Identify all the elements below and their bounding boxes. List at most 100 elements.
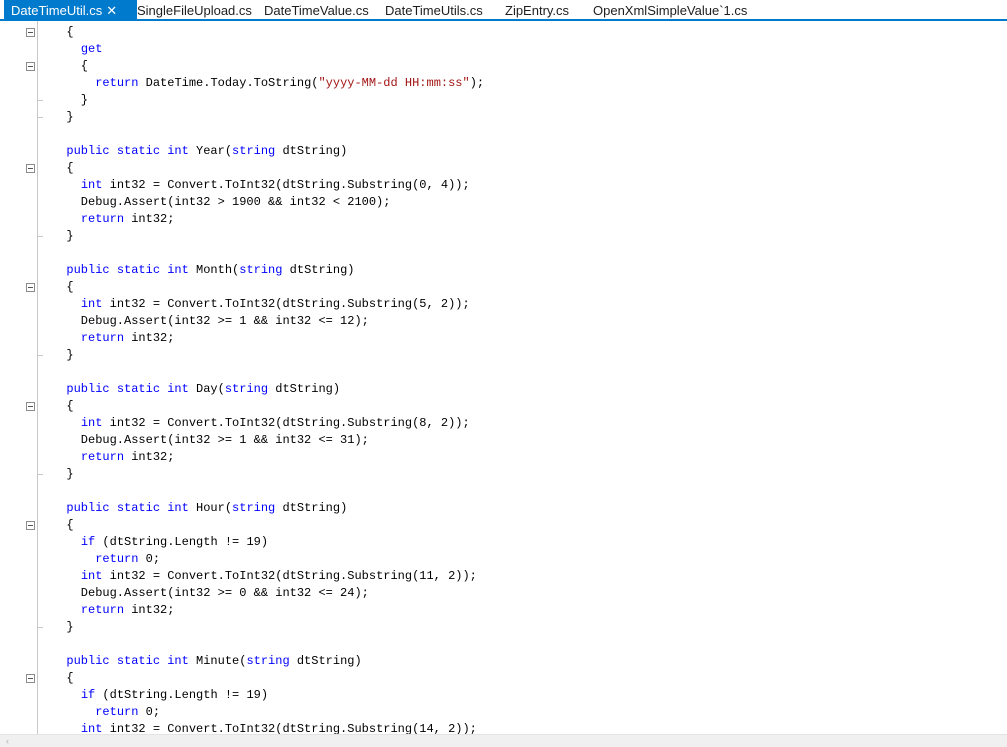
- code-line[interactable]: Debug.Assert(int32 >= 1 && int32 <= 31);: [0, 432, 1007, 449]
- code-line[interactable]: {: [0, 398, 1007, 415]
- keyword-token: string: [239, 263, 283, 277]
- collapse-region-icon[interactable]: [26, 402, 35, 411]
- keyword-token: string: [224, 382, 269, 396]
- code-text: Debug.Assert(int32 >= 0 && int32 <= 24);: [52, 585, 369, 602]
- code-token: DateTime.Today.ToString(: [138, 76, 319, 90]
- collapse-region-icon[interactable]: [26, 164, 35, 173]
- tab-zipentry[interactable]: ZipEntry.cs: [505, 0, 593, 21]
- code-line[interactable]: get: [0, 41, 1007, 58]
- code-line[interactable]: return 0;: [0, 704, 1007, 721]
- code-line[interactable]: Debug.Assert(int32 >= 1 && int32 <= 12);: [0, 313, 1007, 330]
- code-line[interactable]: }: [0, 347, 1007, 364]
- collapse-region-icon[interactable]: [26, 283, 35, 292]
- code-line[interactable]: }: [0, 109, 1007, 126]
- keyword-token: string: [246, 654, 290, 668]
- keyword-token: return: [80, 450, 125, 464]
- code-text: {: [52, 398, 73, 415]
- code-line[interactable]: Debug.Assert(int32 >= 0 && int32 <= 24);: [0, 585, 1007, 602]
- code-line[interactable]: public static int Day(string dtString): [0, 381, 1007, 398]
- code-token: {: [52, 280, 74, 294]
- code-line[interactable]: public static int Minute(string dtString…: [0, 653, 1007, 670]
- tab-openxmlsimplevalue[interactable]: OpenXmlSimpleValue`1.cs: [593, 0, 747, 21]
- code-line[interactable]: {: [0, 279, 1007, 296]
- code-line[interactable]: }: [0, 92, 1007, 109]
- collapse-region-icon[interactable]: [26, 521, 35, 530]
- scroll-thumb[interactable]: [20, 737, 1000, 745]
- code-line[interactable]: int int32 = Convert.ToInt32(dtString.Sub…: [0, 568, 1007, 585]
- code-line[interactable]: Debug.Assert(int32 > 1900 && int32 < 210…: [0, 194, 1007, 211]
- tab-singlefileupload[interactable]: SingleFileUpload.cs: [137, 0, 264, 21]
- horizontal-scrollbar[interactable]: ‹: [0, 734, 1007, 747]
- code-line[interactable]: int int32 = Convert.ToInt32(dtString.Sub…: [0, 415, 1007, 432]
- code-text: int int32 = Convert.ToInt32(dtString.Sub…: [52, 296, 470, 313]
- collapse-region-icon[interactable]: [26, 674, 35, 683]
- code-text: return int32;: [52, 330, 175, 347]
- code-line[interactable]: int int32 = Convert.ToInt32(dtString.Sub…: [0, 721, 1007, 734]
- code-token: int32;: [124, 331, 175, 345]
- code-text: public static int Day(string dtString): [52, 381, 340, 398]
- code-line[interactable]: int int32 = Convert.ToInt32(dtString.Sub…: [0, 296, 1007, 313]
- code-line[interactable]: return int32;: [0, 330, 1007, 347]
- code-token: dtString): [275, 144, 348, 158]
- code-editor[interactable]: { get { return DateTime.Today.ToString("…: [0, 21, 1007, 734]
- code-token: int32 = Convert.ToInt32(dtString.Substri…: [102, 722, 477, 734]
- code-line[interactable]: public static int Hour(string dtString): [0, 500, 1007, 517]
- close-icon[interactable]: ✕: [106, 4, 117, 17]
- code-line[interactable]: {: [0, 670, 1007, 687]
- code-line[interactable]: }: [0, 228, 1007, 245]
- code-line[interactable]: [0, 483, 1007, 500]
- code-line[interactable]: {: [0, 24, 1007, 41]
- code-line[interactable]: return int32;: [0, 602, 1007, 619]
- code-text: if (dtString.Length != 19): [52, 687, 268, 704]
- code-text: return DateTime.Today.ToString("yyyy-MM-…: [52, 75, 484, 92]
- code-text: public static int Minute(string dtString…: [52, 653, 361, 670]
- collapse-region-icon[interactable]: [26, 62, 35, 71]
- code-line[interactable]: return int32;: [0, 449, 1007, 466]
- code-line[interactable]: return int32;: [0, 211, 1007, 228]
- code-line[interactable]: }: [0, 466, 1007, 483]
- code-line[interactable]: {: [0, 517, 1007, 534]
- keyword-token: get: [80, 42, 103, 56]
- code-token: {: [52, 59, 89, 73]
- code-line[interactable]: }: [0, 619, 1007, 636]
- code-line[interactable]: {: [0, 160, 1007, 177]
- code-line[interactable]: [0, 364, 1007, 381]
- code-line[interactable]: [0, 636, 1007, 653]
- code-line[interactable]: if (dtString.Length != 19): [0, 534, 1007, 551]
- tab-datetimevalue[interactable]: DateTimeValue.cs: [264, 0, 385, 21]
- code-token: int32 = Convert.ToInt32(dtString.Substri…: [102, 569, 477, 583]
- collapse-region-icon[interactable]: [26, 28, 35, 37]
- code-line[interactable]: return DateTime.Today.ToString("yyyy-MM-…: [0, 75, 1007, 92]
- code-token: }: [52, 229, 74, 243]
- code-line[interactable]: int int32 = Convert.ToInt32(dtString.Sub…: [0, 177, 1007, 194]
- code-line[interactable]: [0, 126, 1007, 143]
- code-line[interactable]: [0, 245, 1007, 262]
- code-text: }: [52, 109, 73, 126]
- code-token: Month(: [188, 263, 240, 277]
- code-text: }: [52, 347, 74, 364]
- code-line[interactable]: return 0;: [0, 551, 1007, 568]
- code-token: }: [52, 348, 74, 362]
- keyword-token: return: [95, 76, 139, 90]
- code-text: int int32 = Convert.ToInt32(dtString.Sub…: [52, 568, 477, 585]
- code-line[interactable]: public static int Month(string dtString): [0, 262, 1007, 279]
- scroll-left-icon[interactable]: ‹: [6, 736, 9, 747]
- tab-datetimeutils[interactable]: DateTimeUtils.cs: [385, 0, 505, 21]
- code-line[interactable]: {: [0, 58, 1007, 75]
- code-text: return int32;: [52, 602, 175, 619]
- keyword-token: string: [232, 501, 276, 515]
- code-line[interactable]: if (dtString.Length != 19): [0, 687, 1007, 704]
- keyword-token: public static int: [66, 654, 189, 668]
- keyword-token: return: [80, 331, 125, 345]
- tab-datetimeutil[interactable]: DateTimeUtil.cs ✕: [4, 0, 137, 21]
- code-line[interactable]: public static int Year(string dtString): [0, 143, 1007, 160]
- code-token: Day(: [188, 382, 225, 396]
- tab-label: OpenXmlSimpleValue`1.cs: [593, 3, 748, 18]
